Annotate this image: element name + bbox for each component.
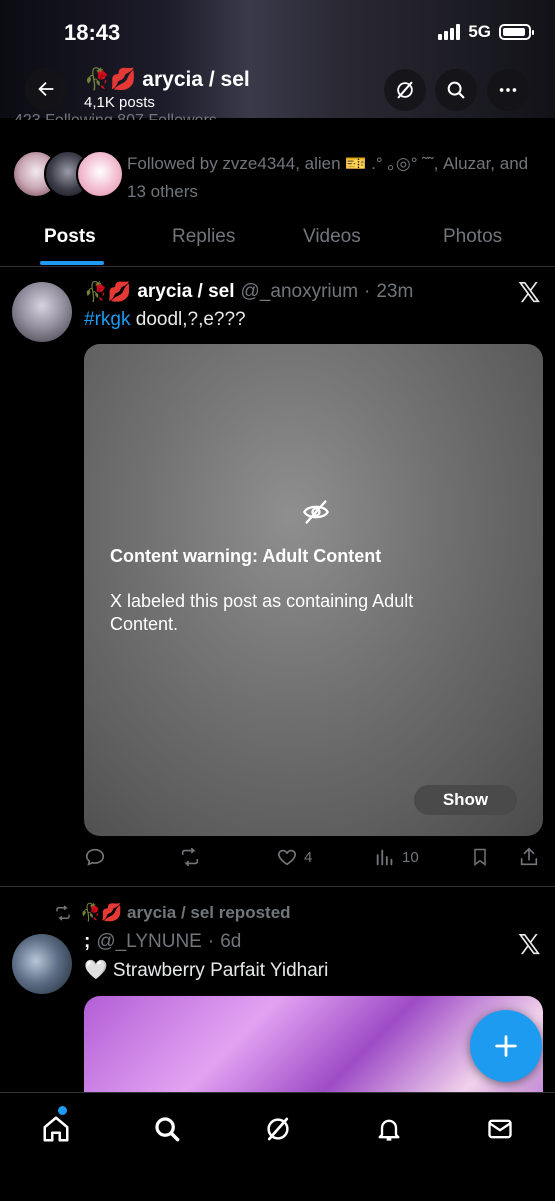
more-dots-icon [499,88,517,92]
nav-messages[interactable] [480,1109,520,1149]
like-button[interactable]: 4 [276,846,312,868]
arrow-left-icon [38,81,54,97]
author-name[interactable]: ; [84,931,90,953]
repost-indicator[interactable]: 🥀💋 arycia / sel reposted [52,903,291,923]
status-time: 18:43 [64,20,121,45]
repost-by-text: 🥀💋 arycia / sel reposted [80,903,291,922]
post-header: 🥀💋 arycia / sel @_anoxyrium · 23m [84,280,413,304]
repost-button[interactable] [178,846,202,868]
grok-button[interactable] [384,69,426,111]
nav-notifications[interactable] [369,1109,409,1149]
tab-photos[interactable]: Photos [443,226,502,248]
sensitive-media-card[interactable]: Content warning: Adult Content X labeled… [84,344,543,836]
avatar [76,150,124,198]
post-time[interactable]: 23m [376,281,413,303]
divider [0,886,555,887]
followers-you-know-avatars[interactable] [12,150,124,198]
bell-icon [378,1119,400,1141]
avatar[interactable] [12,282,72,342]
tab-replies[interactable]: Replies [172,226,235,248]
notification-dot [58,1106,67,1115]
hashtag-link[interactable]: #rkgk [84,309,130,330]
back-button[interactable] [25,68,67,110]
show-media-button[interactable]: Show [414,785,517,815]
bookmark-icon [474,848,486,866]
post-body: doodl,?,e??? [130,309,246,330]
reply-button[interactable] [84,846,106,868]
search-icon [447,81,465,99]
author-handle[interactable]: @_LYNUNE [96,931,202,953]
separator-dot: · [364,281,371,302]
plus-icon [495,1035,517,1057]
signal-icon [438,24,461,40]
x-logo-icon: 𝕏 [518,276,541,309]
name-emoji: 🥀💋 [84,68,137,91]
views-button[interactable]: 10 [374,846,419,868]
tab-posts[interactable]: Posts [44,226,96,248]
like-count: 4 [304,848,313,866]
separator-dot: · [207,931,215,952]
post-actions: 4 10 [84,846,544,872]
nav-grok[interactable] [258,1109,298,1149]
post-time[interactable]: 6d [220,931,241,953]
search-icon [155,1117,180,1142]
eye-off-icon [303,500,329,524]
post-text: #rkgk doodl,?,e??? [84,309,246,331]
home-icon [43,1116,69,1142]
repost-icon [181,847,199,867]
author-handle[interactable]: @_anoxyrium [241,281,359,303]
view-count: 10 [402,848,419,866]
more-button[interactable] [487,69,529,111]
views-chart-icon [376,849,393,866]
x-logo-icon: 𝕏 [518,928,541,961]
tab-videos[interactable]: Videos [303,226,361,248]
followed-by-text[interactable]: Followed by zvze4344, alien 🎫 .° ｡◎° ˜˜,… [127,150,547,206]
battery-icon [499,24,534,40]
compose-post-button[interactable] [470,1010,542,1082]
warning-title: Content warning: Adult Content [110,546,382,566]
grok-icon [267,1117,289,1141]
network-label: 5G [468,22,491,41]
bookmark-button[interactable] [470,846,490,868]
post-text: 🤍 Strawberry Parfait Yidhari [84,960,329,981]
profile-name: arycia / sel [142,68,250,91]
avatar[interactable] [12,934,72,994]
repost-icon [56,905,70,921]
warning-body: X labeled this post as containing Adult … [110,591,414,634]
heart-icon [278,849,296,866]
envelope-icon [488,1119,512,1139]
reply-icon [85,848,105,866]
author-name[interactable]: arycia / sel [137,281,234,303]
status-indicators: 5G [438,22,534,42]
profile-title: 🥀💋 arycia / sel [84,68,250,92]
post-header: ; @_LYNUNE · 6d [84,931,241,953]
profile-tabs: Posts Replies Videos Photos [0,220,555,267]
nav-home[interactable] [36,1106,76,1149]
share-icon [520,847,538,866]
name-emoji: 🥀💋 [84,282,132,303]
active-tab-indicator [40,261,104,265]
search-button[interactable] [435,69,477,111]
share-button[interactable] [518,846,540,868]
following-counts[interactable]: 423 Following 807 Followers [14,106,217,120]
nav-search[interactable] [147,1109,187,1149]
bottom-navigation [0,1092,555,1201]
grok-icon [397,81,413,99]
